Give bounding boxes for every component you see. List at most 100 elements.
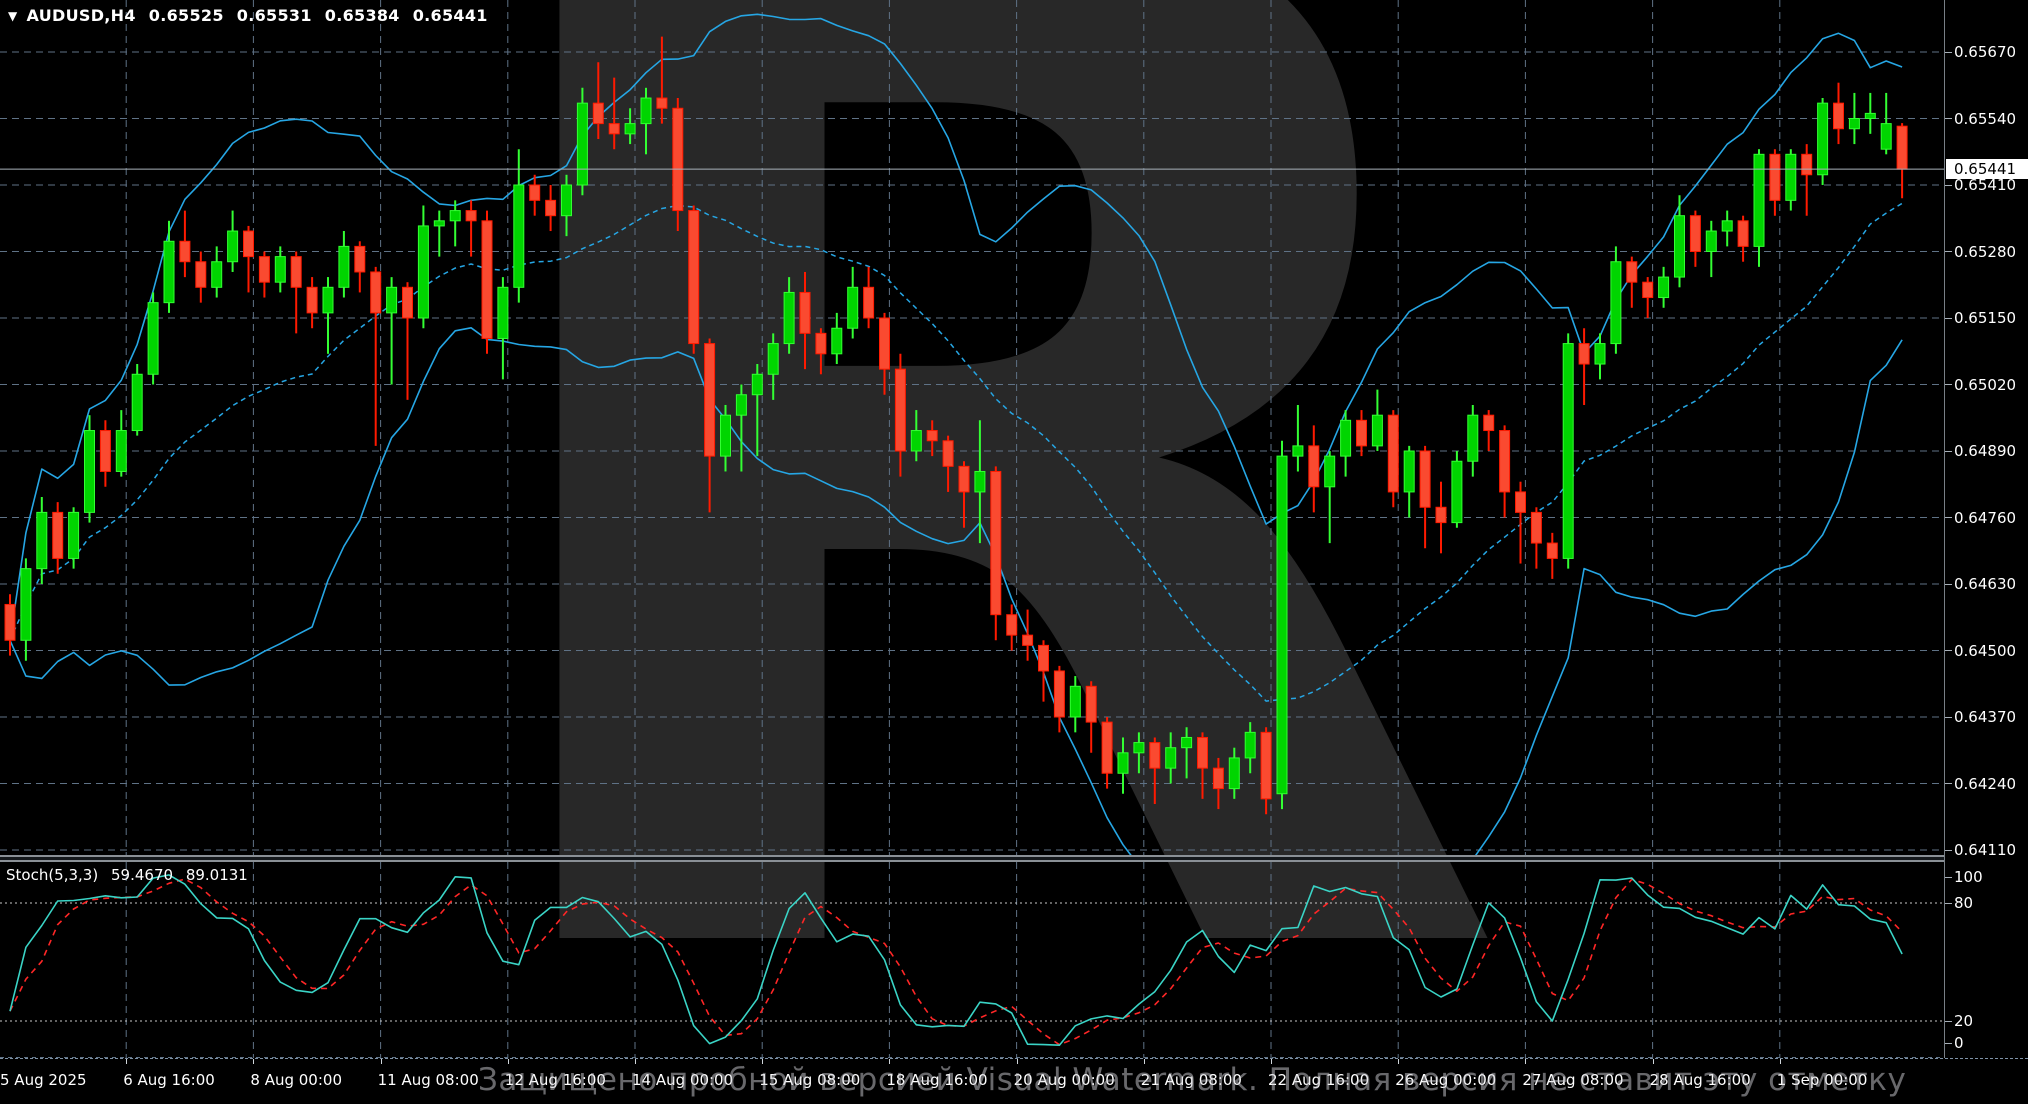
candle [752, 374, 762, 394]
candle [1420, 451, 1430, 507]
candle [1834, 103, 1844, 129]
price-axis-label: 0.64760 [1954, 509, 2016, 527]
candle [1643, 282, 1653, 297]
candle [466, 211, 476, 221]
pane-resize-handle[interactable] [0, 855, 2028, 862]
candle [1102, 722, 1112, 773]
watermark-caption: Защищено пробной версией Visual Watermar… [478, 1062, 1906, 1098]
time-axis-tick [253, 1059, 254, 1064]
candle [1293, 446, 1303, 456]
symbol-dropdown-icon[interactable]: ▼ [8, 9, 18, 23]
candle [577, 103, 587, 185]
candle [1722, 221, 1732, 231]
candle [418, 226, 428, 318]
candle [1579, 344, 1589, 364]
candle [1213, 768, 1223, 788]
candle [1516, 492, 1526, 512]
candle [1388, 415, 1398, 492]
candle [1007, 615, 1017, 635]
candle [1166, 748, 1176, 768]
stoch-axis-tick [1945, 1043, 1952, 1044]
candle [1595, 344, 1605, 364]
candle [498, 287, 508, 338]
candle [387, 287, 397, 313]
price-axis-label: 0.64240 [1954, 775, 2016, 793]
candle [403, 287, 413, 318]
symbol-timeframe-label: AUDUSD,H4 [27, 6, 136, 25]
price-axis-tick [1945, 118, 1952, 119]
candle [69, 512, 79, 558]
stochastic-signal-line [10, 879, 1902, 1045]
candle [959, 466, 969, 492]
candle [1802, 154, 1812, 174]
candle [482, 221, 492, 339]
candle [1229, 758, 1239, 789]
candle [562, 185, 572, 216]
candle [880, 318, 890, 369]
stochastic-main-line [10, 875, 1902, 1045]
candle [911, 431, 921, 451]
price-axis-tick [1945, 850, 1952, 851]
candle [927, 431, 937, 441]
candle [1754, 154, 1764, 246]
candle [212, 262, 222, 288]
candle [1627, 262, 1637, 282]
candle [244, 231, 254, 257]
candle [228, 231, 238, 262]
candle [323, 287, 333, 313]
price-axis-tick [1945, 717, 1952, 718]
candle [1134, 743, 1144, 753]
candle [37, 512, 47, 568]
candle [1690, 216, 1700, 252]
candle [1070, 686, 1080, 717]
candle [609, 124, 619, 134]
candle [1198, 737, 1208, 768]
candle [1706, 231, 1716, 251]
candle [832, 328, 842, 354]
main-chart-pane[interactable] [0, 0, 1944, 855]
candle [1182, 737, 1192, 747]
candle [1468, 415, 1478, 461]
candle [1563, 344, 1573, 559]
candle [1770, 154, 1780, 200]
candle [625, 124, 635, 134]
candle [371, 272, 381, 313]
price-axis-label: 0.64110 [1954, 841, 2016, 859]
candle [1611, 262, 1621, 344]
candle [1738, 221, 1748, 247]
price-axis-label: 0.65020 [1954, 376, 2016, 394]
candle [148, 303, 158, 375]
price-axis-label: 0.65280 [1954, 243, 2016, 261]
stoch-axis-label: 80 [1954, 894, 1973, 912]
price-axis-label: 0.65670 [1954, 43, 2016, 61]
time-axis-tick [381, 1059, 382, 1064]
price-axis-label: 0.64370 [1954, 708, 2016, 726]
candle [116, 431, 126, 472]
candle [85, 431, 95, 513]
candles-group [5, 37, 1907, 815]
candle [705, 344, 715, 457]
candle [1531, 512, 1541, 543]
candle [450, 211, 460, 221]
candle [291, 257, 301, 288]
candle [1865, 113, 1875, 118]
candle [673, 108, 683, 210]
price-axis-label: 0.65150 [1954, 309, 2016, 327]
price-axis[interactable]: 0.65441 0.656700.655400.654100.652800.65… [1944, 0, 2028, 1104]
candle [132, 374, 142, 430]
stochastic-d-value: 89.0131 [186, 866, 248, 884]
candle [530, 185, 540, 200]
stochastic-pane[interactable] [0, 862, 1944, 1059]
open-value: 0.65525 [149, 6, 224, 25]
candle [339, 246, 349, 287]
bollinger-lower-band [10, 328, 1902, 855]
candle [1118, 753, 1128, 773]
price-axis-tick [1945, 650, 1952, 651]
price-axis-tick [1945, 52, 1952, 53]
price-axis-tick [1945, 517, 1952, 518]
candle [180, 241, 190, 261]
stochastic-indicator-label: Stoch(5,3,3) 59.4670 89.0131 [6, 866, 256, 884]
candle [1849, 119, 1859, 129]
candle [1372, 415, 1382, 446]
candle [848, 287, 858, 328]
